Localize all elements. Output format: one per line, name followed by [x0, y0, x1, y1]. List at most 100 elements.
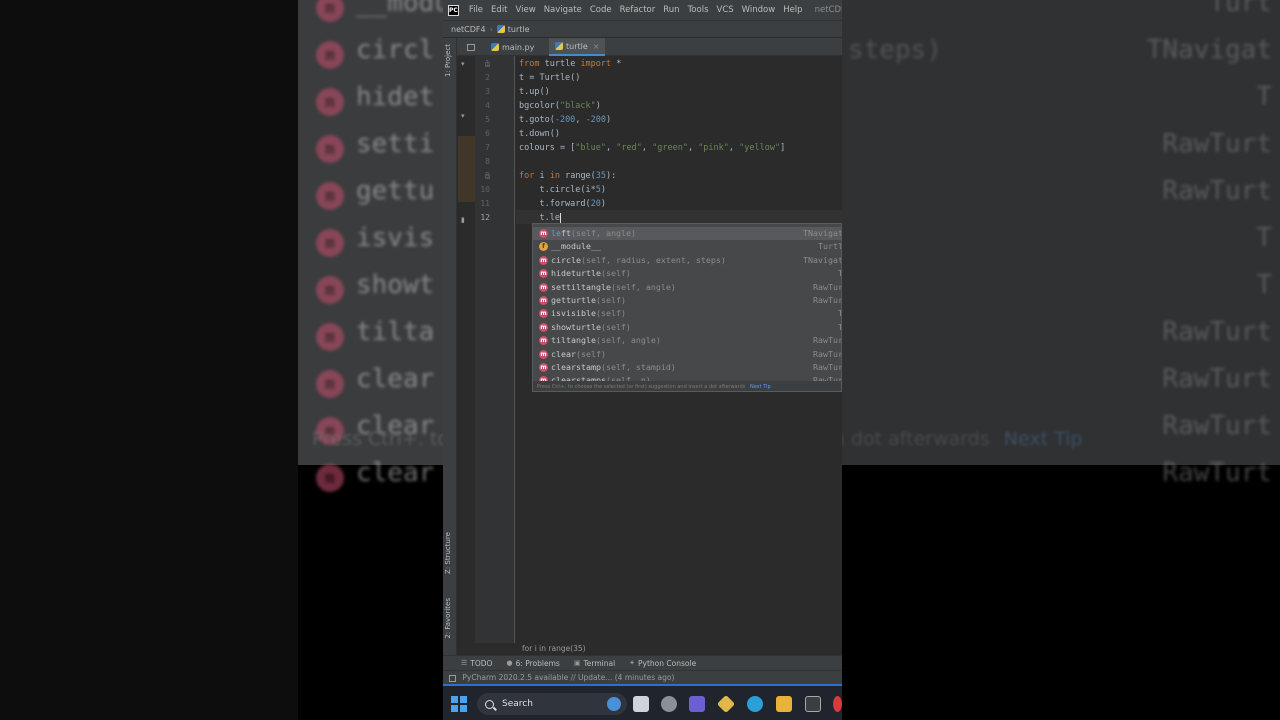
- field-icon: f: [539, 242, 548, 252]
- python-file-icon: [555, 42, 563, 50]
- menu-refactor[interactable]: Refactor: [616, 5, 660, 15]
- next-tip-link[interactable]: Next Tip: [750, 384, 771, 390]
- tool-window--problems[interactable]: ● 6: Problems: [506, 659, 559, 668]
- completion-signature: (self): [600, 268, 631, 279]
- background-right-overlay: [842, 0, 1280, 720]
- background-row-name: clear: [356, 364, 435, 394]
- fold-icon[interactable]: [485, 174, 490, 179]
- app-icon[interactable]: [716, 694, 736, 714]
- code-breadcrumb[interactable]: for i in range(35): [516, 643, 842, 655]
- code-line: for i in range(35):: [519, 171, 617, 181]
- tool-window-terminal[interactable]: ▣ Terminal: [574, 659, 615, 668]
- menu-edit[interactable]: Edit: [487, 5, 511, 15]
- completion-item[interactable]: misvisible(self) T: [533, 307, 841, 320]
- widgets-icon[interactable]: [661, 696, 677, 712]
- menu-navigate[interactable]: Navigate: [540, 5, 586, 15]
- tool-window-todo[interactable]: ☰ TODO: [461, 659, 492, 668]
- completion-rest: __module__: [551, 241, 601, 252]
- tool-window-label: TODO: [470, 658, 493, 668]
- tab-turtle[interactable]: turtle ×: [549, 38, 606, 56]
- completion-rest: hideturtle: [551, 268, 601, 279]
- background-left-dark: [0, 0, 298, 720]
- completion-footer-text: Press Ctrl+. to choose the selected (or …: [537, 384, 746, 390]
- line-number-gutter: 1 2 3 4 5 6 7 8 9 10 11 12: [475, 56, 515, 643]
- completion-type: TNavigat: [803, 254, 842, 265]
- completion-item-name: circle(self, radius, extent, steps): [551, 255, 726, 265]
- tab-label: turtle: [566, 41, 588, 51]
- completion-type: Turtl: [818, 241, 842, 252]
- completion-rest: isvisible: [551, 308, 596, 319]
- completion-item[interactable]: m getturtle(self) RawTur: [533, 294, 841, 307]
- menu-file[interactable]: File: [465, 5, 487, 15]
- completion-item[interactable]: m clearstamp(self, stampid) RawTur: [533, 361, 841, 374]
- teams-chat-icon[interactable]: [689, 696, 705, 712]
- tool-window-icon: ●: [506, 659, 513, 667]
- completion-item-name: tiltangle(self, angle): [551, 335, 661, 345]
- nav-file[interactable]: turtle: [508, 25, 530, 34]
- method-icon: m: [316, 41, 344, 69]
- tab-main-py[interactable]: main.py: [485, 38, 540, 56]
- method-icon: m: [316, 135, 344, 163]
- completion-item[interactable]: m settiltangle(self, angle) RawTur: [533, 281, 841, 294]
- structure-tool-tab[interactable]: Z: Structure: [444, 532, 452, 574]
- tab-list-icon[interactable]: [461, 38, 481, 56]
- completion-type: T: [838, 322, 841, 332]
- completion-item-name: showturtle(self): [551, 322, 631, 332]
- windows-start-icon[interactable]: [451, 696, 467, 712]
- task-view-icon[interactable]: [633, 696, 649, 712]
- method-icon: m: [539, 322, 548, 332]
- pycharm-logo-icon: PC: [448, 4, 459, 16]
- tool-window-icon: ▣: [573, 659, 581, 667]
- code-line: t.circle(i*5): [519, 185, 607, 195]
- menu-window[interactable]: Window: [738, 5, 780, 15]
- menu-code[interactable]: Code: [586, 5, 616, 15]
- status-text[interactable]: PyCharm 2020.2.5 available // Update... …: [462, 673, 674, 682]
- completion-signature: (self): [595, 295, 626, 305]
- chevron-down-icon[interactable]: ▾: [461, 112, 465, 120]
- background-row-name: tilta: [356, 317, 435, 347]
- completion-item[interactable]: mhideturtle(self) T: [533, 267, 841, 280]
- nav-project[interactable]: netCDF4: [451, 25, 486, 34]
- menu-tools[interactable]: Tools: [684, 5, 713, 15]
- menu-view[interactable]: View: [512, 5, 540, 15]
- completion-item[interactable]: f __module__ Turtl: [533, 240, 842, 253]
- code-line: t.up(): [519, 87, 550, 97]
- search-highlight-icon: [607, 697, 621, 711]
- tool-window-label: Terminal: [583, 658, 616, 668]
- background-row-name: showt: [356, 270, 435, 300]
- app-red-icon[interactable]: [833, 696, 842, 712]
- favorites-tool-tab[interactable]: 2: Favorites: [444, 598, 452, 639]
- tool-window-python-console[interactable]: ✦ Python Console: [629, 659, 696, 668]
- search-icon: [485, 699, 494, 709]
- background-row-name: isvis: [356, 223, 435, 253]
- file-explorer-icon[interactable]: [776, 696, 792, 712]
- completion-rest: circle: [551, 254, 581, 265]
- close-icon[interactable]: ×: [593, 42, 600, 51]
- code-line: t.forward(20): [519, 199, 607, 209]
- taskbar-search[interactable]: Search: [477, 693, 627, 715]
- edge-browser-icon[interactable]: [747, 696, 763, 712]
- background-row-name: __modu: [356, 0, 450, 18]
- code-line: colours = ["blue", "red", "green", "pink…: [519, 143, 786, 153]
- line-number: 4: [485, 101, 490, 110]
- line-number: 10: [480, 185, 490, 194]
- completion-item[interactable]: m circle(self, radius, extent, steps) TNav…: [533, 254, 842, 267]
- completion-item[interactable]: m left(self, angle) TNavigat: [533, 227, 841, 241]
- fold-icon[interactable]: [485, 62, 490, 67]
- menu-help[interactable]: Help: [779, 5, 806, 15]
- completion-item[interactable]: mshowturtle(self) T: [533, 321, 841, 334]
- python-file-icon: [496, 25, 505, 33]
- status-bar: PyCharm 2020.2.5 available // Update... …: [443, 670, 842, 684]
- chevron-down-icon[interactable]: ▾: [461, 60, 465, 68]
- menu-run[interactable]: Run: [659, 5, 683, 15]
- completion-signature: (self, angle): [595, 335, 661, 346]
- completion-signature: (self, angle): [610, 281, 676, 292]
- pycharm-taskbar-icon[interactable]: [805, 696, 821, 712]
- project-tool-tab[interactable]: 1: Project: [444, 44, 452, 77]
- code-completion-popup: m left(self, angle) TNavigat f __module__ Tur…: [532, 223, 842, 392]
- completion-item[interactable]: m tiltangle(self, angle) RawTur: [533, 334, 841, 347]
- menu-vcs[interactable]: VCS: [713, 5, 738, 15]
- completion-item[interactable]: m clear(self) RawTur: [533, 348, 841, 361]
- method-icon: m: [539, 309, 548, 319]
- code-line: t.down(): [519, 129, 560, 139]
